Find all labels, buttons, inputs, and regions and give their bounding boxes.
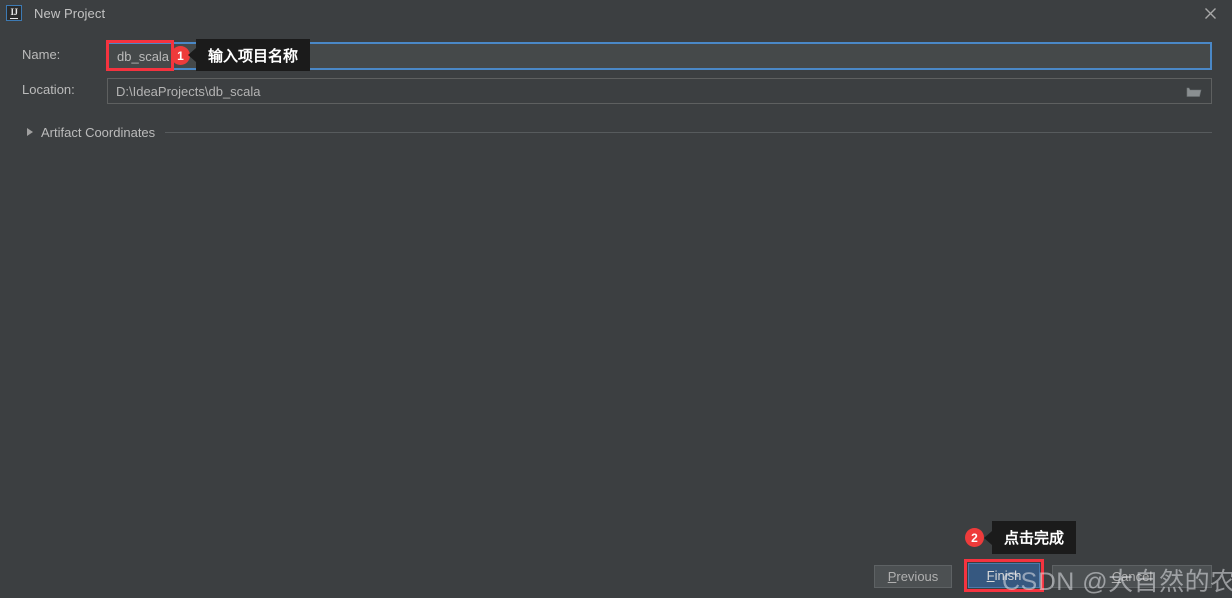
- cancel-button-label: ancel: [1121, 569, 1153, 584]
- section-divider: [165, 131, 1212, 133]
- location-browse-button[interactable]: [1177, 79, 1211, 103]
- close-button[interactable]: [1188, 0, 1232, 26]
- location-input[interactable]: [107, 78, 1212, 104]
- close-icon: [1204, 7, 1216, 19]
- location-row: Location:: [0, 78, 1232, 104]
- previous-button[interactable]: Previous: [874, 565, 952, 588]
- artifact-coordinates-label: Artifact Coordinates: [41, 124, 156, 140]
- intellij-idea-icon: IJ: [6, 5, 22, 21]
- artifact-coordinates-toggle[interactable]: Artifact Coordinates: [0, 123, 1232, 141]
- annotation-tooltip-finish: 点击完成: [992, 521, 1077, 554]
- title-bar: IJ New Project: [0, 0, 1232, 26]
- finish-button[interactable]: Finish: [968, 563, 1040, 588]
- chevron-right-icon: [27, 128, 33, 136]
- finish-button-mnemonic: F: [986, 568, 995, 583]
- annotation-badge-2: 2: [965, 528, 984, 547]
- intellij-idea-icon-text: IJ: [10, 6, 18, 19]
- location-field-wrapper: [107, 78, 1212, 104]
- previous-button-mnemonic: P: [887, 569, 897, 584]
- folder-icon: [1186, 87, 1202, 97]
- previous-button-label: revious: [896, 569, 939, 584]
- name-label: Name:: [22, 47, 61, 62]
- annotation-tooltip-name: 输入项目名称: [196, 39, 311, 71]
- window-title: New Project: [34, 5, 106, 21]
- location-label: Location:: [22, 82, 75, 97]
- cancel-button[interactable]: Cancel: [1052, 565, 1212, 588]
- finish-button-label: inish: [994, 568, 1022, 583]
- cancel-button-mnemonic: C: [1111, 569, 1122, 584]
